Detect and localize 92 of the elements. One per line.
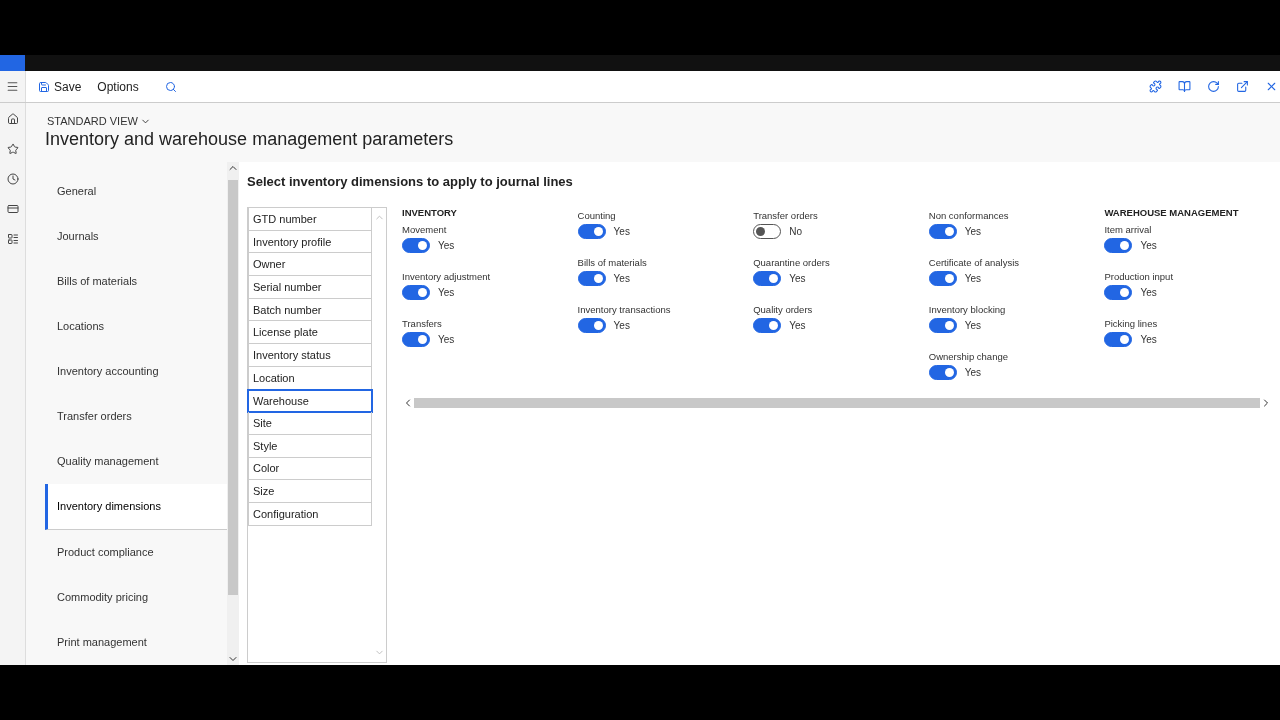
sidebar-item[interactable]: Commodity pricing <box>45 574 227 620</box>
toggle-switch[interactable] <box>1104 332 1133 347</box>
toggle-switch[interactable] <box>928 318 957 333</box>
toggle-value: Yes <box>964 320 982 331</box>
toggle-switch[interactable] <box>1104 285 1133 300</box>
toggle-label: Inventory blocking <box>928 303 1007 315</box>
scrollbar-thumb[interactable] <box>414 398 1260 408</box>
list-icon[interactable] <box>6 233 19 245</box>
toggle-value: Yes <box>438 240 455 251</box>
toggle-label: Ownership change <box>928 350 1009 362</box>
toggle-label: Inventory transactions <box>577 303 672 315</box>
toggle-switch[interactable] <box>753 224 782 239</box>
dimension-item[interactable]: Size <box>248 480 372 503</box>
toggle-value: Yes <box>613 320 630 331</box>
toggle-value: Yes <box>964 273 982 284</box>
sidebar-item[interactable]: Journals <box>45 213 227 259</box>
dimension-item[interactable]: Style <box>248 434 372 458</box>
toggle-value: Yes <box>789 320 806 331</box>
sidebar-item[interactable]: General <box>45 168 227 214</box>
toggle-value: Yes <box>613 226 630 237</box>
toggle-value: Yes <box>438 287 455 298</box>
sidebar-item[interactable]: Quality management <box>45 438 227 484</box>
toggle-label: Picking lines <box>1104 317 1159 329</box>
toggle-label: Transfers <box>402 317 443 329</box>
sidebar-item[interactable]: Locations <box>45 303 227 349</box>
dimension-item[interactable]: GTD number <box>248 208 372 231</box>
menu-icon[interactable] <box>6 80 19 93</box>
toggle-switch[interactable] <box>928 224 957 239</box>
toggle-value: Yes <box>1140 287 1157 298</box>
dimension-item[interactable]: Batch number <box>248 298 372 322</box>
toggle-label: Movement <box>402 223 448 235</box>
toggle-label: Inventory adjustment <box>402 270 492 282</box>
toggle-label: Transfer orders <box>753 209 819 221</box>
toggle-label: Non conformances <box>928 209 1010 221</box>
group-heading: INVENTORY <box>402 207 458 220</box>
options-button[interactable]: Options <box>89 71 147 102</box>
dimension-item[interactable]: Site <box>248 412 372 435</box>
dimension-item[interactable]: Serial number <box>248 276 372 299</box>
refresh-icon[interactable] <box>1205 80 1222 93</box>
save-icon <box>38 80 50 93</box>
sidebar-item[interactable]: Bills of materials <box>45 258 227 304</box>
dimension-item[interactable]: Color <box>248 457 372 481</box>
toggle-label: Bills of materials <box>577 256 648 268</box>
dimension-item[interactable]: Inventory status <box>248 344 372 367</box>
toggle-switch[interactable] <box>577 224 606 239</box>
toggle-label: Counting <box>577 209 617 221</box>
toggle-value: Yes <box>1140 334 1157 345</box>
dimension-item[interactable]: Owner <box>248 253 372 277</box>
toggle-switch[interactable] <box>928 365 957 380</box>
toggle-switch[interactable] <box>753 318 782 333</box>
toggle-value: Yes <box>789 273 806 284</box>
dimension-item[interactable]: Configuration <box>248 502 372 526</box>
dimension-item[interactable]: License plate <box>248 321 372 345</box>
dimension-item[interactable]: Location <box>248 366 372 390</box>
toggle-switch[interactable] <box>1104 238 1133 253</box>
toggle-value: Yes <box>964 367 982 378</box>
page-title: Inventory and warehouse management parameters <box>45 129 455 150</box>
toggle-switch[interactable] <box>928 271 957 286</box>
toggle-switch[interactable] <box>402 285 430 300</box>
view-selector[interactable]: STANDARD VIEW <box>47 115 1280 127</box>
group-heading: WAREHOUSE MANAGEMENT <box>1104 207 1240 220</box>
dimension-item[interactable]: Warehouse <box>248 389 372 413</box>
sidebar-item[interactable]: Inventory accounting <box>45 348 227 394</box>
toggle-label: Production input <box>1104 270 1175 282</box>
toggle-value: Yes <box>613 273 630 284</box>
section-title: Select inventory dimensions to apply to journal lines <box>247 174 574 189</box>
toggle-label: Quality orders <box>753 303 814 315</box>
toggle-switch[interactable] <box>577 318 606 333</box>
toggle-switch[interactable] <box>577 271 606 286</box>
star-icon[interactable] <box>6 143 19 155</box>
clock-icon[interactable] <box>6 173 19 185</box>
toggle-value: No <box>789 226 802 237</box>
toggle-value: Yes <box>438 334 455 345</box>
toggle-label: Item arrival <box>1104 223 1153 235</box>
toggle-value: Yes <box>1140 240 1157 251</box>
toggle-label: Quarantine orders <box>753 256 831 268</box>
open-new-window-icon[interactable] <box>1234 80 1251 93</box>
toggle-switch[interactable] <box>402 238 430 253</box>
toggle-switch[interactable] <box>402 332 430 347</box>
workspace-icon[interactable] <box>6 203 19 215</box>
home-icon[interactable] <box>6 113 19 125</box>
toggle-label: Certificate of analysis <box>928 256 1021 268</box>
scrollbar-thumb[interactable] <box>228 180 238 595</box>
toggle-switch[interactable] <box>753 271 782 286</box>
dimension-item[interactable]: Inventory profile <box>248 230 372 254</box>
sidebar-item[interactable]: Product compliance <box>45 529 227 575</box>
toggle-value: Yes <box>964 226 982 237</box>
sidebar-item[interactable]: Transfer orders <box>45 393 227 439</box>
puzzle-icon[interactable] <box>1147 80 1164 93</box>
sidebar-item[interactable]: Print management <box>45 619 227 666</box>
save-button[interactable]: Save <box>30 71 90 102</box>
sidebar-item[interactable]: Inventory dimensions <box>45 483 227 530</box>
